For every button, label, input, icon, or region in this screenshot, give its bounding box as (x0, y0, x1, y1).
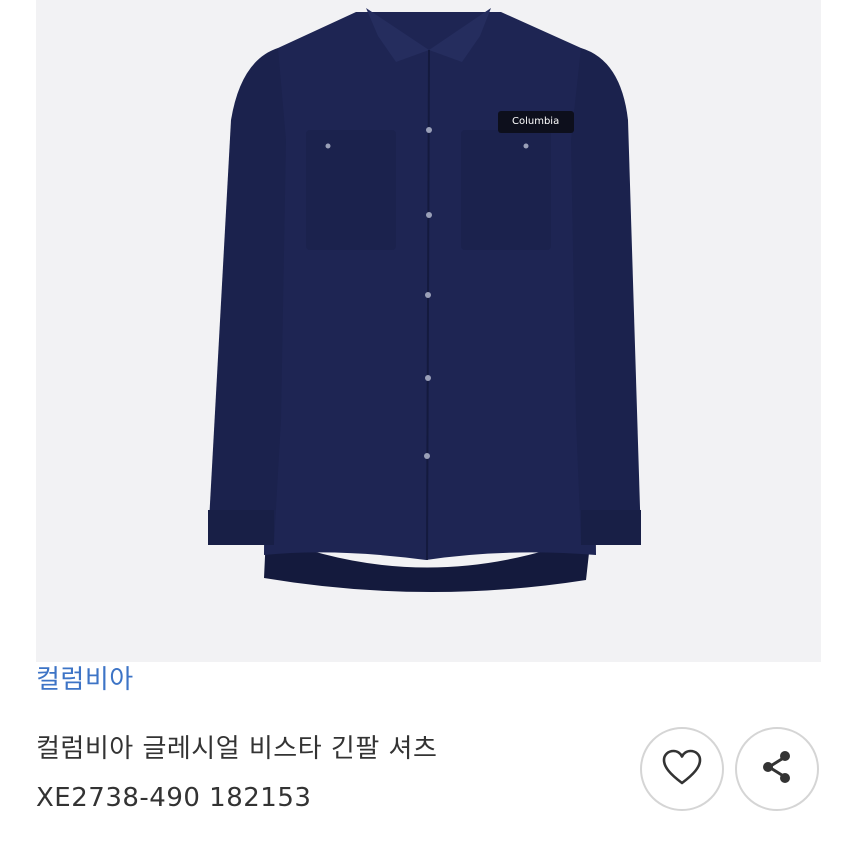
share-icon (757, 747, 797, 791)
brand-link[interactable]: 컬럼비아 (36, 660, 134, 700)
product-title: 컬럼비아 글레시얼 비스타 긴팔 셔츠 (36, 734, 438, 764)
share-button[interactable] (735, 727, 819, 811)
product-code: XE2738-490 182153 (36, 783, 312, 813)
like-button[interactable] (640, 727, 724, 811)
product-image[interactable]: Columbia (36, 0, 821, 662)
logo-patch-text: Columbia (512, 116, 560, 127)
heart-icon (660, 747, 704, 791)
